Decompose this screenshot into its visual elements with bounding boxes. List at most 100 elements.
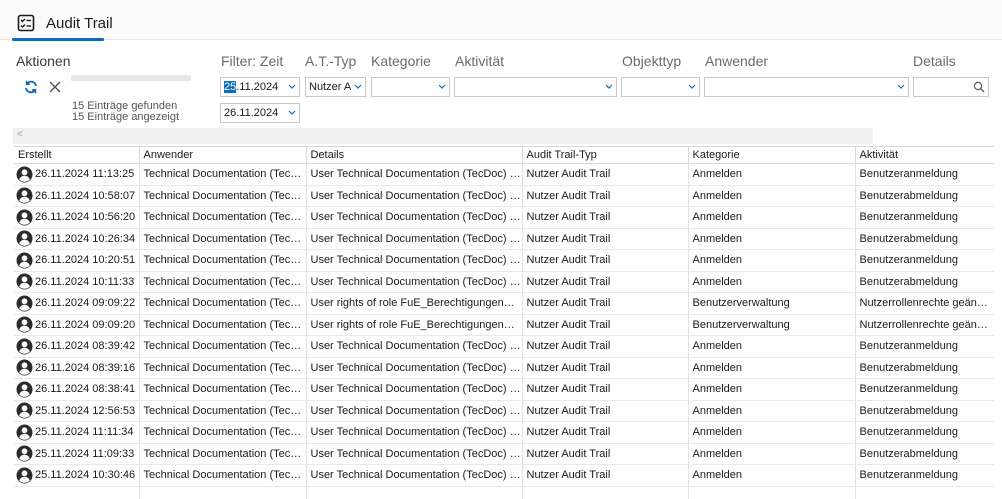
column-header-erstellt[interactable]: Erstellt	[14, 146, 140, 164]
cell-details: User Technical Documentation (TecDoc) lo…	[306, 400, 523, 422]
column-header-audit-trail-typ[interactable]: Audit Trail-Typ	[522, 146, 689, 164]
chevron-down-icon[interactable]	[285, 78, 299, 96]
created-timestamp: 26.11.2024 09:09:22	[35, 297, 136, 310]
details-search-input[interactable]	[913, 77, 989, 97]
table-row[interactable]: 25.11.2024 11:11:34 Technical Documentati…	[14, 421, 994, 444]
chevron-left-icon[interactable]: <	[17, 129, 23, 140]
cell-kategorie: Anmelden	[688, 357, 856, 379]
created-cell-content: 25.11.2024 12:56:53	[16, 402, 138, 419]
cell-erstellt: 26.11.2024 09:09:22	[14, 292, 140, 315]
created-timestamp: 25.11.2024 11:09:33	[35, 447, 135, 460]
cell-aktivitaet: Benutzerabmeldung	[855, 271, 994, 293]
cell-audit-trail-typ: Nutzer Audit Trail	[522, 314, 689, 336]
table-row[interactable]: 25.11.2024 10:30:46 Technical Documentati…	[14, 464, 994, 487]
cell-anwender: Technical Documentation (TecDoc)	[139, 378, 307, 401]
created-cell-content: 26.11.2024 11:13:25	[16, 166, 138, 183]
table-row[interactable]: 26.11.2024 10:56:20 Technical Documentati…	[14, 206, 994, 229]
kategorie-select[interactable]	[371, 77, 450, 97]
header-kategorie: Kategorie	[371, 53, 431, 69]
cell-aktivitaet: Benutzeranmeldung	[855, 464, 994, 487]
cell-aktivitaet: Benutzeranmeldung	[855, 378, 994, 401]
date-from-rest: .11.2024	[236, 81, 279, 93]
cell-details: User rights of role FuE_BerechtigungenSW…	[306, 314, 523, 336]
horizontal-scrollbar[interactable]: <	[13, 128, 873, 144]
cell-erstellt: 25.11.2024 11:11:34	[14, 421, 140, 444]
cell-audit-trail-typ: Nutzer Audit Trail	[522, 163, 689, 186]
cell-erstellt: 26.11.2024 08:38:41	[14, 378, 140, 401]
user-icon	[16, 295, 33, 312]
created-cell-content: 26.11.2024 08:39:42	[16, 338, 138, 355]
chevron-down-icon[interactable]	[602, 78, 616, 96]
user-icon	[16, 445, 33, 462]
cell-details: User Technical Documentation (TecDoc) lo…	[306, 163, 523, 186]
table-row[interactable]: 26.11.2024 10:26:34 Technical Documentati…	[14, 228, 994, 250]
refresh-button[interactable]	[21, 77, 41, 97]
cell-details: User Technical Documentation (TecDoc) lo…	[306, 228, 523, 250]
at-typ-select[interactable]: Nutzer Au	[305, 77, 366, 97]
created-cell-content: 26.11.2024 10:11:33	[16, 273, 138, 290]
tab-audit-trail[interactable]: Audit Trail	[12, 6, 117, 40]
created-cell-content: 26.11.2024 10:56:20	[16, 209, 138, 226]
search-icon[interactable]	[970, 78, 988, 96]
user-icon	[16, 359, 33, 376]
cell-aktivitaet: Benutzeranmeldung	[855, 206, 994, 229]
chevron-down-icon[interactable]	[435, 78, 449, 96]
table-row[interactable]: 26.11.2024 11:13:25 Technical Documentati…	[14, 163, 994, 186]
table-row[interactable]: 26.11.2024 09:09:22 Technical Documentati…	[14, 292, 994, 315]
table-row[interactable]: 26.11.2024 09:09:20 Technical Documentati…	[14, 314, 994, 336]
cell-aktivitaet: Benutzeranmeldung	[855, 163, 994, 186]
cell-erstellt: 26.11.2024 08:39:16	[14, 357, 140, 379]
cell-erstellt: 26.11.2024 10:11:33	[14, 271, 140, 293]
table-row[interactable]: 26.11.2024 08:38:41 Technical Documentati…	[14, 378, 994, 401]
column-header-details[interactable]: Details	[306, 146, 523, 164]
table-row[interactable]: 26.11.2024 10:20:51 Technical Documentati…	[14, 249, 994, 272]
status-shown: 15 Einträge angezeigt	[72, 111, 180, 123]
table-row[interactable]: 26.11.2024 10:11:33 Technical Documentati…	[14, 271, 994, 293]
table-row[interactable]: 26.11.2024 10:58:07 Technical Documentati…	[14, 185, 994, 207]
chevron-down-icon[interactable]	[285, 104, 299, 122]
date-from-picker[interactable]: 25.11.2024	[220, 77, 300, 97]
table-row[interactable]: 25.11.2024 12:56:53 Technical Documentati…	[14, 400, 994, 422]
table-header-row: Erstellt Anwender Details Audit Trail-Typ Ka…	[14, 146, 994, 164]
at-typ-value: Nutzer Au	[309, 81, 351, 93]
clear-filter-button[interactable]	[45, 77, 65, 97]
cell-kategorie: Anmelden	[688, 185, 856, 207]
empty-cell	[306, 486, 523, 499]
date-to-picker[interactable]: 26.11.2024	[220, 103, 300, 123]
tab-bar: Audit Trail	[0, 0, 1002, 41]
cell-kategorie: Benutzerverwaltung	[688, 314, 856, 336]
cell-details: User Technical Documentation (TecDoc) lo…	[306, 464, 523, 487]
column-header-aktivitaet[interactable]: Aktivität	[855, 146, 994, 164]
chevron-down-icon[interactable]	[894, 78, 908, 96]
tab-label: Audit Trail	[46, 14, 113, 32]
cell-anwender: Technical Documentation (TecDoc)	[139, 249, 307, 272]
cell-kategorie: Anmelden	[688, 421, 856, 444]
cell-kategorie: Benutzerverwaltung	[688, 292, 856, 315]
created-timestamp: 26.11.2024 08:39:42	[35, 340, 136, 353]
cell-kategorie: Anmelden	[688, 206, 856, 229]
cell-audit-trail-typ: Nutzer Audit Trail	[522, 400, 689, 422]
cell-audit-trail-typ: Nutzer Audit Trail	[522, 185, 689, 207]
header-aktionen: Aktionen	[16, 53, 71, 69]
chevron-down-icon[interactable]	[351, 78, 365, 96]
user-icon	[16, 209, 33, 226]
table-row[interactable]: 26.11.2024 08:39:42 Technical Documentati…	[14, 335, 994, 358]
column-header-anwender[interactable]: Anwender	[139, 146, 307, 164]
aktivitaet-select[interactable]	[454, 77, 617, 97]
cell-aktivitaet: Nutzerrollenrechte geändert	[855, 314, 994, 336]
cell-kategorie: Anmelden	[688, 163, 856, 186]
cell-anwender: Technical Documentation (TecDoc)	[139, 228, 307, 250]
anwender-select[interactable]	[704, 77, 909, 97]
cell-kategorie: Anmelden	[688, 228, 856, 250]
table-row[interactable]: 26.11.2024 08:39:16 Technical Documentati…	[14, 357, 994, 379]
objekttyp-select[interactable]	[621, 77, 700, 97]
chevron-down-icon[interactable]	[685, 78, 699, 96]
cell-kategorie: Anmelden	[688, 249, 856, 272]
audit-trail-table: Erstellt Anwender Details Audit Trail-Typ Ka…	[14, 146, 994, 499]
column-header-kategorie[interactable]: Kategorie	[688, 146, 856, 164]
cell-anwender: Technical Documentation (TecDoc)	[139, 335, 307, 358]
cell-anwender: Technical Documentation (TecDoc)	[139, 185, 307, 207]
cell-audit-trail-typ: Nutzer Audit Trail	[522, 443, 689, 465]
table-row[interactable]: 25.11.2024 11:09:33 Technical Documentati…	[14, 443, 994, 465]
cell-kategorie: Anmelden	[688, 378, 856, 401]
